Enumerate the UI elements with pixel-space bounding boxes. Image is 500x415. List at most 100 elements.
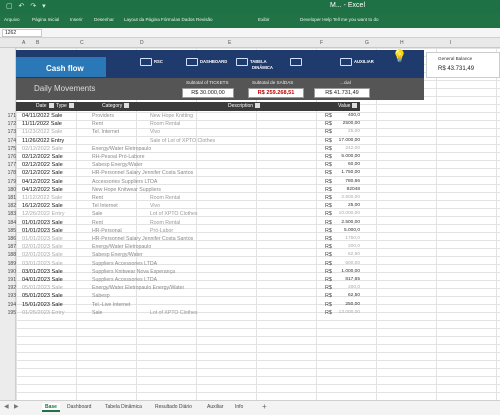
cell-date-type[interactable]: 16/12/2022 Sale	[22, 203, 63, 209]
table-row[interactable]: 191 04/01/2023 Sale Suppliers Accessories …	[0, 277, 380, 285]
cell-description[interactable]: Vivo	[150, 129, 160, 135]
table-row[interactable]: 178 02/12/2022 Sale HR-Personnel Salary Je…	[0, 170, 380, 178]
cell-date-type[interactable]: 05/01/2023 Sale	[22, 293, 63, 299]
nav-button-chart[interactable]	[290, 58, 304, 72]
row-number[interactable]: 193	[1, 293, 16, 299]
cell-date-type[interactable]: 11/23/2022 Sale	[22, 129, 62, 135]
cell-currency[interactable]: R$	[325, 285, 332, 291]
table-row[interactable]: 172 11/11/2022 Sale Rent Room Rental R$ 2500,…	[0, 121, 380, 129]
add-sheet-button[interactable]: +	[262, 402, 267, 411]
ribbon-tab-insert[interactable]: Inserir	[70, 17, 83, 22]
cell-category[interactable]: Sale	[92, 310, 102, 316]
cell-category[interactable]: Energy/Water Eletropaulo	[92, 146, 151, 152]
row-number[interactable]: 192	[1, 285, 16, 291]
cell-currency[interactable]: R$	[325, 121, 332, 127]
cell-description[interactable]: Room Rental	[150, 220, 180, 226]
table-row[interactable]: 189 03/01/2023 Sale Suppliers Accessories …	[0, 261, 380, 269]
row-number[interactable]: 194	[1, 302, 16, 308]
cell-currency[interactable]: R$	[325, 195, 332, 201]
table-row[interactable]: 190 03/01/2023 Sale Suppliers Knitwear Nov…	[0, 269, 380, 277]
row-number[interactable]: 176	[1, 154, 16, 160]
cell-date-type[interactable]: 04/11/2022 Sale	[22, 113, 62, 119]
cell-description[interactable]: Room Rental	[150, 121, 180, 127]
ribbon-tab-layout[interactable]: Layout da Página Fórmulas Dados Revisão	[124, 17, 213, 22]
cell-value[interactable]: 5.000,00	[334, 154, 360, 159]
cell-value[interactable]: 1750,0	[334, 236, 360, 241]
nav-button-pivot-table[interactable]: TABELA DINÂMICA	[236, 58, 273, 72]
cell-date-type[interactable]: 03/01/2023 Sale	[22, 261, 63, 267]
cell-value[interactable]: 2500,00	[334, 121, 360, 126]
header-type[interactable]: Type	[56, 103, 74, 110]
table-row[interactable]: 185 01/01/2023 Sale HR-Personal Pró-Labor R$…	[0, 228, 380, 236]
cell-currency[interactable]: R$	[325, 146, 332, 152]
ribbon-tab-view[interactable]: Exibir	[258, 17, 270, 22]
column-header-c[interactable]: C	[80, 40, 84, 46]
row-number[interactable]: 185	[1, 228, 16, 234]
cell-currency[interactable]: R$	[325, 162, 332, 168]
cell-date-type[interactable]: 12/26/2022 Entry	[22, 211, 65, 217]
table-row[interactable]: 171 04/11/2022 Sale Providers New Hope Knit…	[0, 113, 380, 121]
filter-dropdown-icon[interactable]	[255, 103, 261, 109]
header-date[interactable]: Date	[36, 103, 54, 110]
nav-button-rsc[interactable]: RSC	[140, 58, 163, 72]
sheet-tab-daily-result[interactable]: Resultado Diário	[152, 403, 195, 412]
table-row[interactable]: 183 12/26/2022 Entry Sale Lot of XPTO Cloth…	[0, 211, 380, 219]
table-row[interactable]: 174 11/26/2022 Entry Sale of Lot of XPTO C…	[0, 138, 380, 146]
cell-category[interactable]: Suppliers Knitwear Nova Esperança	[92, 269, 175, 275]
cell-category[interactable]: Suppliers Accessories LTDA	[92, 277, 157, 283]
cell-category[interactable]: Energy/Water Eletropaulo	[92, 244, 151, 250]
cell-category[interactable]: Tel. Internet	[92, 129, 119, 135]
cell-date-type[interactable]: 15/01/2023 Sale	[22, 302, 63, 308]
cell-currency[interactable]: R$	[325, 236, 332, 242]
cell-category[interactable]: Sabesp Energy/Water	[92, 252, 143, 258]
cell-value[interactable]: 2.500,00	[334, 195, 360, 200]
row-number[interactable]: 182	[1, 203, 16, 209]
cell-currency[interactable]: R$	[325, 211, 332, 217]
row-number[interactable]: 180	[1, 187, 16, 193]
cell-currency[interactable]: R$	[325, 252, 332, 258]
ribbon-tab-home[interactable]: Página Inicial	[32, 17, 59, 22]
cell-value[interactable]: 17.000,00	[334, 138, 360, 143]
sheet-tab-pivot-table[interactable]: Tabela Dinâmica	[102, 403, 145, 412]
cell-date-type[interactable]: 01/25/2023 Entry	[22, 310, 65, 316]
cell-date-type[interactable]: 01/01/2023 Sale	[22, 220, 63, 226]
cell-value[interactable]: 250,00	[334, 302, 360, 307]
sheet-tab-dashboard[interactable]: Dashboard	[64, 403, 94, 412]
cell-category[interactable]: Sabesp Energy/Water	[92, 162, 143, 168]
row-number[interactable]: 174	[1, 138, 16, 144]
quick-access-toolbar[interactable]: ▢ ↶ ↷ ▾	[6, 2, 48, 10]
cell-category[interactable]: HR-Personnel Salary Jennifer Costa Santo…	[92, 236, 193, 242]
cell-category[interactable]: Tel Internet	[92, 203, 118, 209]
table-row[interactable]: 177 02/12/2022 Sale Sabesp Energy/Water R$ 6…	[0, 162, 380, 170]
sheet-nav-left-icon[interactable]: ◀	[4, 403, 9, 410]
cell-date-type[interactable]: 02/12/2022 Sale	[22, 162, 63, 168]
cell-date-type[interactable]: 02/01/2023 Sale	[22, 244, 63, 250]
cell-currency[interactable]: R$	[325, 154, 332, 160]
cell-value[interactable]: 25,00	[334, 203, 360, 208]
cell-date-type[interactable]: 11/11/2022 Sale	[22, 121, 62, 127]
row-number[interactable]: 177	[1, 162, 16, 168]
row-number[interactable]: 175	[1, 146, 16, 152]
cell-date-type[interactable]: 01/01/2023 Sale	[22, 228, 63, 234]
table-row[interactable]: 182 16/12/2022 Sale Tel Internet Vivo R$ 25,0…	[0, 203, 380, 211]
cell-currency[interactable]: R$	[325, 129, 332, 135]
column-header-d[interactable]: D	[140, 40, 144, 46]
ribbon-tab-file[interactable]: Arquivo	[4, 17, 20, 22]
cell-date-type[interactable]: 04/12/2022 Sale	[22, 179, 63, 185]
cell-category[interactable]: Sale	[92, 211, 102, 217]
cell-description[interactable]: Vivo	[150, 203, 160, 209]
cell-description[interactable]: Sale of Lot of XPTO Clothes	[150, 138, 215, 144]
cell-value[interactable]: 82048	[334, 187, 360, 192]
column-header-a[interactable]: A	[22, 40, 25, 46]
nav-button-dashboard[interactable]: DASHBOARD	[186, 58, 227, 72]
cell-value[interactable]: 2.500,00	[334, 220, 360, 225]
row-number[interactable]: 181	[1, 195, 16, 201]
cell-category[interactable]: New Hope Knitwear Suppliers	[92, 187, 161, 193]
filter-dropdown-icon[interactable]	[48, 103, 54, 109]
cell-category[interactable]: Energy/Water Eletropaulo Energy/Water	[92, 285, 184, 291]
table-row[interactable]: 184 01/01/2023 Sale Rent Room Rental R$ 2.500…	[0, 220, 380, 228]
cell-currency[interactable]: R$	[325, 228, 332, 234]
cell-category[interactable]: HR-Personnel Salary Jennifer Costa Santo…	[92, 170, 193, 176]
table-row[interactable]: 193 05/01/2023 Sale Sabesp R$ 62,50	[0, 293, 380, 301]
row-number[interactable]: 190	[1, 269, 16, 275]
